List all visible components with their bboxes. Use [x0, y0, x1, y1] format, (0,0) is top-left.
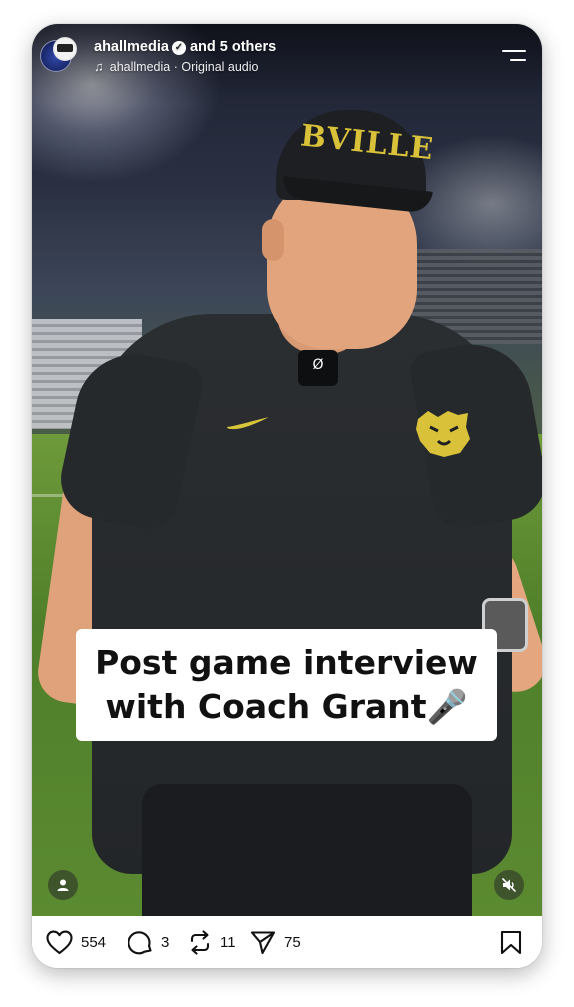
lapel-microphone: Ø	[298, 350, 338, 386]
tag-people-button[interactable]	[48, 870, 78, 900]
action-bar: 554 3 11 75	[32, 916, 542, 968]
reel-post-card: BVILLE Ø ahallmedia ✓ and 5 others ♫ ahallm…	[32, 24, 542, 968]
like-count: 554	[81, 933, 107, 951]
like-button[interactable]: 554	[46, 929, 106, 955]
repost-button[interactable]: 11	[188, 929, 236, 955]
caption-line-1: Post game interview	[95, 643, 478, 682]
send-icon	[250, 930, 276, 954]
share-button[interactable]: 75	[250, 929, 301, 955]
coauthor-avatar[interactable]	[53, 37, 77, 61]
menu-icon[interactable]	[502, 48, 526, 64]
muted-speaker-icon	[501, 877, 517, 893]
coauthors-link[interactable]: and 5 others	[190, 39, 276, 55]
tag-people-icon	[57, 879, 69, 891]
repost-count: 11	[220, 933, 236, 951]
save-button[interactable]	[500, 929, 522, 955]
mute-button[interactable]	[494, 870, 524, 900]
heart-icon	[46, 930, 73, 954]
share-count: 75	[284, 933, 301, 951]
comment-button[interactable]: 3	[128, 929, 169, 955]
comment-count: 3	[161, 933, 170, 951]
author-line: ahallmedia ✓ and 5 others	[94, 39, 276, 55]
audio-label: Original audio	[181, 60, 259, 74]
comment-bubble-icon	[128, 930, 152, 954]
tiger-logo-icon	[416, 411, 470, 457]
repost-icon	[190, 929, 210, 955]
verified-badge-icon: ✓	[171, 41, 186, 55]
audio-author: ahallmedia	[109, 60, 171, 74]
coach-ear	[262, 219, 284, 261]
swoosh-logo-icon	[227, 417, 269, 430]
video-player[interactable]: BVILLE Ø ahallmedia ✓ and 5 others ♫ ahallm…	[32, 24, 542, 916]
author-name[interactable]: ahallmedia	[94, 39, 169, 55]
bookmark-icon	[500, 930, 522, 954]
music-note-icon: ♫	[94, 59, 104, 74]
audio-line[interactable]: ♫ ahallmedia · Original audio	[94, 59, 259, 74]
coach-shorts	[142, 784, 472, 916]
caption-line-2: with Coach Grant🎤	[105, 687, 468, 726]
audio-separator: ·	[173, 60, 178, 74]
video-caption: Post game interview with Coach Grant🎤	[76, 629, 497, 741]
